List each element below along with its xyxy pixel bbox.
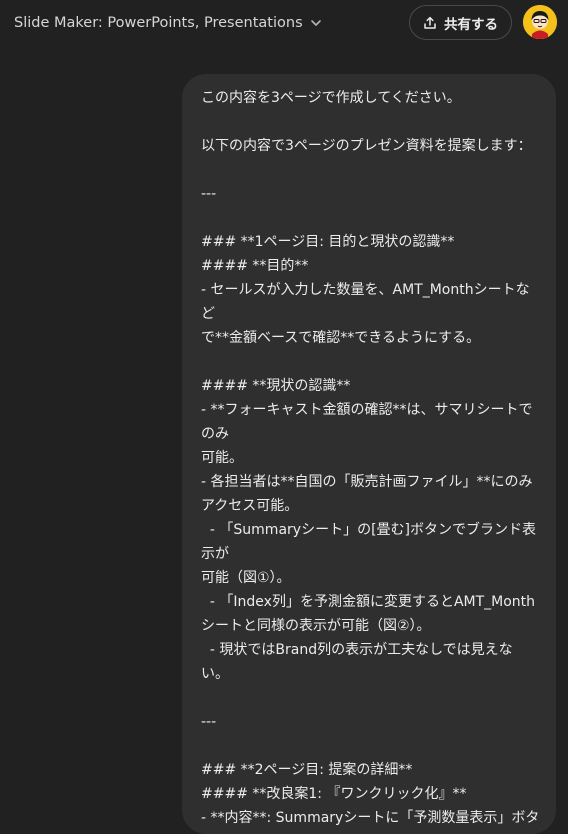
share-button-label: 共有する [444,16,498,33]
message-line: - **フォーキャスト金額の確認**は、サマリシートでのみ [201,402,533,442]
chevron-down-icon [310,20,321,26]
message-line: - 各担当者は**自国の「販売計画ファイル」**にのみ [201,474,533,490]
message-line: - **内容**: Summaryシートに「予測数量表示」ボタ [201,810,540,826]
message-line: - 現状ではBrand列の表示が工夫なしでは見えな [201,642,513,658]
message-line: - 「Index列」を予測金額に変更するとAMT_Month [201,594,536,610]
avatar[interactable] [523,5,557,39]
message-line: - 「Summaryシート」の[畳む]ボタンでブランド表示が [201,522,536,562]
message-text: この内容を3ページで作成してください。以下の内容で3ページのプレゼン資料を提案し… [201,86,540,834]
message-line: この内容を3ページで作成してください。 [201,90,461,106]
message-line: #### **改良案1: 『ワンクリック化』** [201,786,467,802]
message-line: 以下の内容で3ページのプレゼン資料を提案します： [201,138,532,154]
message-line [201,350,540,374]
share-icon [424,16,436,29]
message-line: #### **目的** [201,258,309,274]
message-line [201,734,540,758]
app-title: Slide Maker: PowerPoints, Presentations [14,15,303,31]
message-line: - セールスが入力した数量を、AMT_Monthシートなど [201,282,530,322]
message-line: 可能（図①）。 [201,570,291,586]
message-line: ### **2ページ目: 提案の詳細** [201,762,413,778]
message-line: ### **1ページ目: 目的と現状の認識** [201,234,455,250]
message-line: シートと同様の表示が可能（図②）。 [201,618,431,634]
message-line [201,158,540,182]
message-line [201,110,540,134]
message-line: ンを追加。 [201,830,540,834]
message-line: 可能。 [201,450,243,466]
share-button[interactable]: 共有する [409,5,512,40]
message-line [201,206,540,230]
message-line: で**金額ベースで確認**できるようにする。 [201,330,481,346]
message-line: い。 [201,666,229,682]
message-line: --- [201,714,217,730]
message-line: アクセス可能。 [201,498,299,514]
model-selector[interactable]: Slide Maker: PowerPoints, Presentations [14,15,323,31]
message-line: #### **現状の認識** [201,378,351,394]
message-line: --- [201,186,217,202]
avatar-character-icon [523,5,557,39]
message-line [201,686,540,710]
user-message-bubble: この内容を3ページで作成してください。以下の内容で3ページのプレゼン資料を提案し… [182,74,556,834]
